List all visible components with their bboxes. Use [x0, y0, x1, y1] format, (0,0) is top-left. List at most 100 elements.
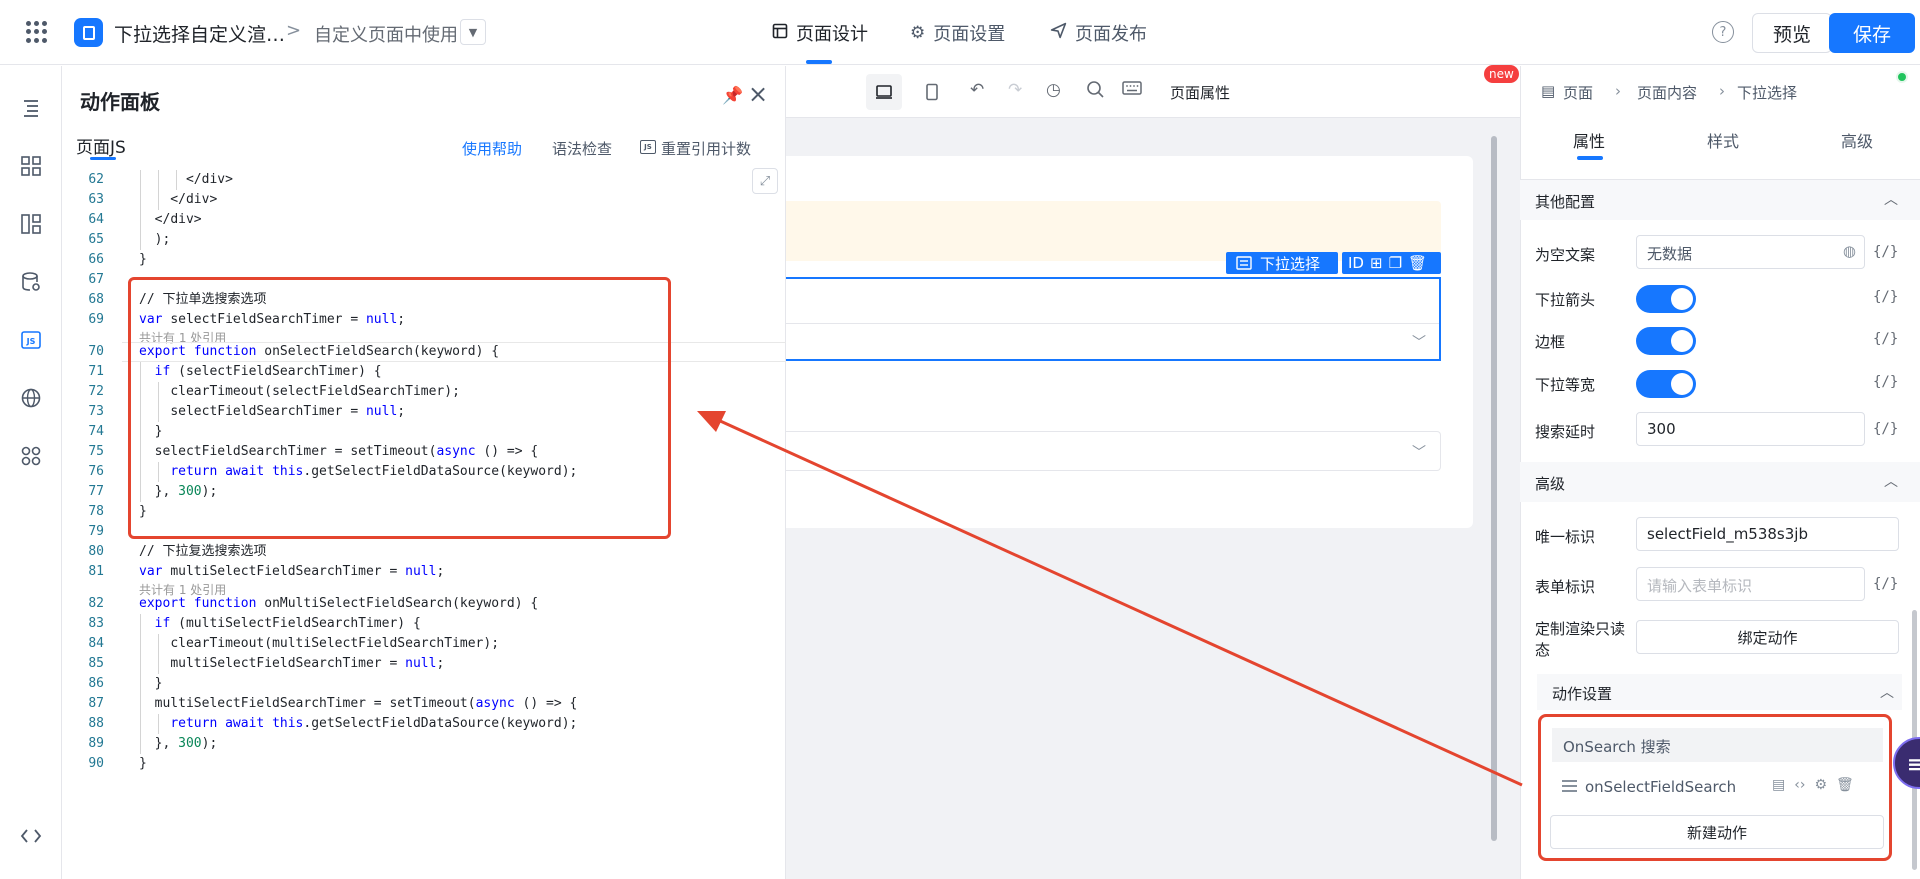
- expand-editor-icon[interactable]: ⤢: [752, 168, 778, 194]
- mobile-view-button[interactable]: [914, 74, 950, 110]
- globe-icon[interactable]: [19, 386, 43, 410]
- code-line: 62 </div>: [62, 170, 786, 190]
- reset-ref-count-button[interactable]: 重置引用计数: [661, 138, 751, 159]
- chevron-up-icon: ︿: [1884, 474, 1898, 490]
- breadcrumb-sep: ›: [1719, 82, 1725, 100]
- search-delay-value: 300: [1647, 420, 1676, 438]
- readonly-render-label: 定制渲染只读: [1535, 620, 1626, 638]
- send-icon: [1050, 22, 1067, 44]
- form-id-label: 表单标识: [1535, 578, 1596, 596]
- line-number: 67: [88, 272, 104, 287]
- border-toggle[interactable]: [1636, 327, 1696, 355]
- preview-button[interactable]: 预览: [1752, 13, 1832, 53]
- help-link[interactable]: 使用帮助: [462, 138, 522, 159]
- line-number: 65: [88, 232, 104, 247]
- status-dot: [1896, 71, 1908, 83]
- pin-icon[interactable]: 📌: [722, 86, 743, 106]
- variable-binding-button[interactable]: {/}: [1873, 421, 1898, 437]
- code-line: 86 }: [62, 674, 786, 694]
- trash-icon[interactable]: 🗑: [1408, 254, 1427, 272]
- line-number: 75: [88, 444, 104, 459]
- section-other-config[interactable]: 其他配置 ︿: [1520, 180, 1920, 220]
- insert-icon[interactable]: ⊞: [1370, 254, 1383, 272]
- apps-grid-icon[interactable]: [26, 21, 48, 43]
- components-icon[interactable]: [19, 154, 43, 178]
- selected-select-component[interactable]: ﹀: [786, 277, 1441, 361]
- component-label-badge[interactable]: 下拉选择: [1226, 252, 1338, 274]
- annotation-box-code: [128, 277, 671, 539]
- js-icon[interactable]: JS: [19, 328, 43, 352]
- keyboard-icon[interactable]: [1122, 80, 1142, 101]
- tab-label: 页面发布: [1075, 24, 1147, 45]
- left-icon-rail: JS: [0, 66, 62, 879]
- app-logo-icon: [74, 18, 103, 47]
- tab-advanced[interactable]: 高级: [1841, 128, 1873, 152]
- breadcrumb-separator: >: [286, 20, 302, 41]
- undo-icon[interactable]: ↶: [970, 80, 984, 100]
- section-action-settings[interactable]: 动作设置 ︿: [1537, 674, 1902, 710]
- unique-id-input[interactable]: selectField_m538s3jb: [1636, 517, 1899, 551]
- code-text: );: [139, 232, 171, 247]
- code-line: 82 export function onMultiSelectFieldSear…: [62, 594, 786, 614]
- redo-icon[interactable]: ↷: [1008, 80, 1022, 100]
- breadcrumb-item[interactable]: 下拉选择: [1737, 82, 1797, 103]
- save-button[interactable]: 保存: [1829, 13, 1915, 53]
- breadcrumb-sep: ›: [1615, 82, 1621, 100]
- section-advanced[interactable]: 高级 ︿: [1520, 462, 1920, 502]
- outline-icon[interactable]: [19, 96, 43, 120]
- app-name[interactable]: 下拉选择自定义渲…: [114, 20, 285, 47]
- tab-page-js[interactable]: 页面JS: [76, 133, 126, 158]
- line-number: 70: [88, 344, 104, 359]
- tab-page-design[interactable]: 页面设计: [772, 20, 868, 46]
- syntax-check-button[interactable]: 语法检查: [552, 138, 612, 159]
- multi-select-component[interactable]: ﹀: [786, 431, 1441, 471]
- bind-action-button[interactable]: 绑定动作: [1636, 620, 1899, 654]
- empty-text-input[interactable]: 无数据 ◍: [1636, 235, 1865, 269]
- close-icon[interactable]: ×: [748, 80, 768, 108]
- new-badge: new: [1484, 65, 1519, 83]
- breadcrumb-item[interactable]: 页面内容: [1637, 82, 1697, 103]
- globe-icon[interactable]: ◍: [1843, 242, 1856, 260]
- desktop-view-button[interactable]: [866, 74, 902, 110]
- variable-binding-button[interactable]: {/}: [1873, 576, 1898, 592]
- tab-style[interactable]: 样式: [1707, 128, 1739, 152]
- history-icon[interactable]: ◷: [1046, 80, 1061, 100]
- variable-binding-button[interactable]: {/}: [1873, 289, 1898, 305]
- component-label: 下拉选择: [1260, 254, 1321, 273]
- line-number: 66: [88, 252, 104, 267]
- breadcrumb-item[interactable]: 页面: [1563, 82, 1593, 103]
- form-id-input[interactable]: 请输入表单标识: [1636, 567, 1865, 601]
- help-icon[interactable]: ?: [1712, 21, 1734, 43]
- tab-page-settings[interactable]: ⚙ 页面设置: [910, 20, 1005, 46]
- line-number: 71: [88, 364, 104, 379]
- variable-binding-button[interactable]: {/}: [1873, 331, 1898, 347]
- tab-props[interactable]: 属性: [1573, 128, 1605, 152]
- variable-binding-button[interactable]: {/}: [1873, 374, 1898, 390]
- empty-text-label: 为空文案: [1535, 246, 1596, 264]
- line-number: 80: [88, 544, 104, 559]
- plugins-icon[interactable]: [19, 444, 43, 468]
- code-icon[interactable]: [19, 824, 43, 848]
- canvas-scrollbar[interactable]: [1491, 136, 1497, 841]
- page-switch-dropdown[interactable]: ▼: [460, 19, 486, 45]
- arrow-toggle[interactable]: [1636, 285, 1696, 313]
- line-number: 83: [88, 616, 104, 631]
- line-number: 85: [88, 656, 104, 671]
- line-number: 64: [88, 212, 104, 227]
- tab-page-publish[interactable]: 页面发布: [1050, 20, 1147, 46]
- copy-icon[interactable]: ❐: [1389, 254, 1402, 272]
- search-delay-input[interactable]: 300: [1636, 412, 1865, 446]
- code-text: }: [139, 252, 147, 267]
- page-name[interactable]: 自定义页面中使用: [314, 21, 458, 47]
- svg-text:JS: JS: [26, 337, 36, 346]
- search-icon[interactable]: [1086, 80, 1104, 103]
- line-number: 81: [88, 564, 104, 579]
- code-text: // 下拉复选搜索选项: [139, 544, 267, 559]
- variable-binding-button[interactable]: {/}: [1873, 244, 1898, 260]
- datasource-icon[interactable]: [19, 270, 43, 294]
- id-button[interactable]: ID: [1348, 254, 1364, 272]
- page-properties-button[interactable]: 页面属性: [1170, 82, 1230, 103]
- equal-width-toggle[interactable]: [1636, 370, 1696, 398]
- templates-icon[interactable]: [19, 212, 43, 236]
- code-line: 80 // 下拉复选搜索选项: [62, 542, 786, 562]
